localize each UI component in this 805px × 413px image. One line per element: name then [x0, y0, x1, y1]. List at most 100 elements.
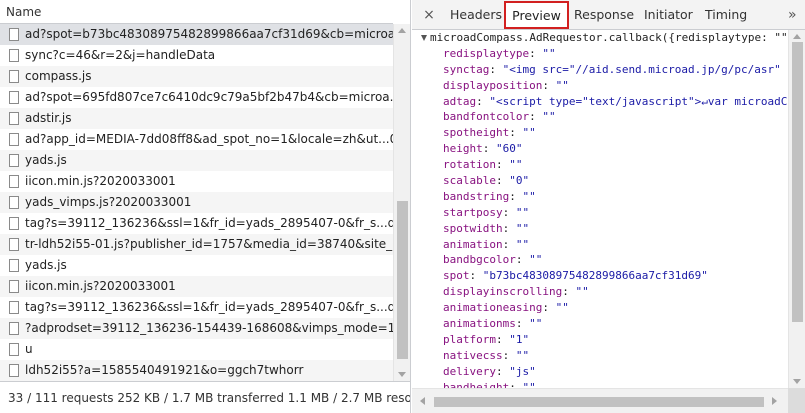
- preview-property[interactable]: displayinscrolling: "": [412, 284, 788, 300]
- request-name: tag?s=39112_136236&ssl=1&fr_id=yads_2895…: [25, 216, 393, 230]
- property-separator: :: [482, 142, 496, 156]
- file-icon: [9, 364, 19, 377]
- property-key: scalable: [443, 174, 496, 188]
- scrollbar-thumb[interactable]: [792, 42, 803, 322]
- request-row[interactable]: ad?spot=695fd807ce7c6410dc9c79a5bf2b47b4…: [0, 87, 393, 108]
- file-icon: [9, 112, 19, 125]
- request-row[interactable]: yads.js: [0, 150, 393, 171]
- property-value: "b73bc48308975482899866aa7cf31d69": [482, 269, 708, 283]
- property-value: "": [575, 285, 589, 299]
- request-row[interactable]: iicon.min.js?2020033001: [0, 171, 393, 192]
- request-row[interactable]: yads_vimps.js?2020033001: [0, 192, 393, 213]
- preview-property[interactable]: bandbgcolor: "": [412, 252, 788, 268]
- request-row[interactable]: ldh52i55?a=1585540491921&o=ggch7twhorr: [0, 360, 393, 381]
- preview-property[interactable]: animationeasing: "": [412, 300, 788, 316]
- request-name: yads.js: [25, 258, 67, 272]
- property-value: "": [522, 380, 536, 388]
- preview-property[interactable]: bandfontcolor: "": [412, 109, 788, 125]
- preview-property[interactable]: nativecss: "": [412, 348, 788, 364]
- response-preview-tree: microadCompass.AdRequestor.callback({red…: [412, 30, 788, 388]
- request-row[interactable]: tag?s=39112_136236&ssl=1&fr_id=yads_2895…: [0, 297, 393, 318]
- request-row[interactable]: ad?app_id=MEDIA-7dd08ff8&ad_spot_no=1&lo…: [0, 129, 393, 150]
- request-row[interactable]: tr-ldh52i55-01.js?publisher_id=1757&medi…: [0, 234, 393, 255]
- preview-property[interactable]: redisplaytype: "": [412, 46, 788, 62]
- request-row[interactable]: yads.js: [0, 255, 393, 276]
- preview-property[interactable]: height: "60": [412, 141, 788, 157]
- preview-property[interactable]: startposy: "": [412, 205, 788, 221]
- property-key: bandstring: [443, 189, 510, 203]
- preview-property[interactable]: bandstring: "": [412, 189, 788, 205]
- preview-property[interactable]: spot: "b73bc48308975482899866aa7cf31d69": [412, 268, 788, 284]
- property-value: "": [522, 189, 536, 203]
- property-key: startposy: [443, 205, 503, 219]
- scroll-up-arrow-icon[interactable]: [398, 28, 406, 33]
- request-row[interactable]: iicon.min.js?2020033001: [0, 276, 393, 297]
- request-row[interactable]: tag?s=39112_136236&ssl=1&fr_id=yads_2895…: [0, 213, 393, 234]
- property-key: spot: [443, 269, 470, 283]
- preview-property[interactable]: animation: "": [412, 237, 788, 253]
- request-row[interactable]: u: [0, 339, 393, 360]
- file-icon: [9, 154, 19, 167]
- scrollbar-thumb[interactable]: [397, 201, 408, 359]
- property-key: bandfontcolor: [443, 110, 530, 124]
- tab-response[interactable]: Response: [574, 0, 634, 30]
- preview-property[interactable]: bandheight: "": [412, 380, 788, 388]
- close-details-icon[interactable]: ×: [422, 0, 436, 30]
- preview-property[interactable]: delivery: "js": [412, 364, 788, 380]
- network-summary-status: 33 / 111 requests 252 KB / 1.7 MB transf…: [0, 381, 410, 413]
- preview-root-node[interactable]: microadCompass.AdRequestor.callback({red…: [412, 30, 788, 46]
- property-separator: :: [502, 237, 516, 251]
- request-row[interactable]: compass.js: [0, 66, 393, 87]
- scroll-up-arrow-icon[interactable]: [793, 34, 801, 39]
- preview-property[interactable]: displayposition: "": [412, 78, 788, 94]
- property-value: "": [509, 158, 523, 172]
- more-tabs-chevron-icon[interactable]: »: [788, 0, 797, 30]
- request-row[interactable]: adstir.js: [0, 108, 393, 129]
- preview-property[interactable]: synctag: "<img src="//aid.send.microad.j…: [412, 62, 788, 78]
- file-icon: [9, 301, 19, 314]
- property-key: displayinscrolling: [443, 285, 563, 299]
- preview-property[interactable]: platform: "1": [412, 332, 788, 348]
- scroll-left-arrow-icon[interactable]: [420, 397, 425, 405]
- property-value: "": [515, 221, 530, 235]
- property-key: rotation: [443, 158, 496, 172]
- property-separator: :: [562, 285, 576, 299]
- property-value: "0": [509, 174, 530, 188]
- request-name: iicon.min.js?2020033001: [25, 279, 176, 293]
- file-icon: [9, 259, 19, 272]
- name-column-header[interactable]: Name: [0, 0, 393, 24]
- request-name: adstir.js: [25, 111, 72, 125]
- request-name: ?adprodset=39112_136236-154439-168608&vi…: [25, 321, 393, 335]
- request-row[interactable]: ad?spot=b73bc48308975482899866aa7cf31d69…: [0, 24, 393, 45]
- property-value: "": [555, 301, 569, 315]
- scroll-right-arrow-icon[interactable]: [772, 397, 777, 405]
- file-icon: [9, 343, 19, 356]
- property-value: "": [542, 110, 556, 124]
- preview-horizontal-scrollbar[interactable]: [412, 388, 805, 413]
- request-row[interactable]: ?adprodset=39112_136236-154439-168608&vi…: [0, 318, 393, 339]
- scroll-down-arrow-icon[interactable]: [398, 372, 406, 377]
- tab-timing[interactable]: Timing: [705, 0, 747, 30]
- request-name: ad?spot=b73bc48308975482899866aa7cf31d69…: [25, 27, 393, 41]
- tab-initiator[interactable]: Initiator: [644, 0, 693, 30]
- expand-triangle-icon[interactable]: [421, 35, 427, 41]
- tab-headers[interactable]: Headers: [450, 0, 502, 30]
- preview-vertical-scrollbar[interactable]: [788, 30, 805, 388]
- tab-preview[interactable]: Preview: [504, 1, 569, 29]
- preview-property[interactable]: adtag: "<script type="text/javascript">↵…: [412, 94, 788, 110]
- request-list-scrollbar[interactable]: [393, 24, 410, 381]
- preview-property[interactable]: spotheight: "": [412, 125, 788, 141]
- preview-property[interactable]: animationms: "": [412, 316, 788, 332]
- property-separator: :: [509, 126, 523, 140]
- scroll-down-arrow-icon[interactable]: [793, 379, 801, 384]
- property-separator: :: [502, 348, 516, 362]
- preview-property[interactable]: scalable: "0": [412, 173, 788, 189]
- scrollbar-thumb[interactable]: [434, 397, 764, 407]
- request-row[interactable]: sync?c=46&r=2&j=handleData: [0, 45, 393, 66]
- request-name: tr-ldh52i55-01.js?publisher_id=1757&medi…: [25, 237, 393, 251]
- property-separator: :: [495, 174, 510, 188]
- preview-property[interactable]: spotwidth: "": [412, 221, 788, 237]
- file-icon: [9, 280, 19, 293]
- preview-property[interactable]: rotation: "": [412, 157, 788, 173]
- property-separator: :: [529, 46, 543, 60]
